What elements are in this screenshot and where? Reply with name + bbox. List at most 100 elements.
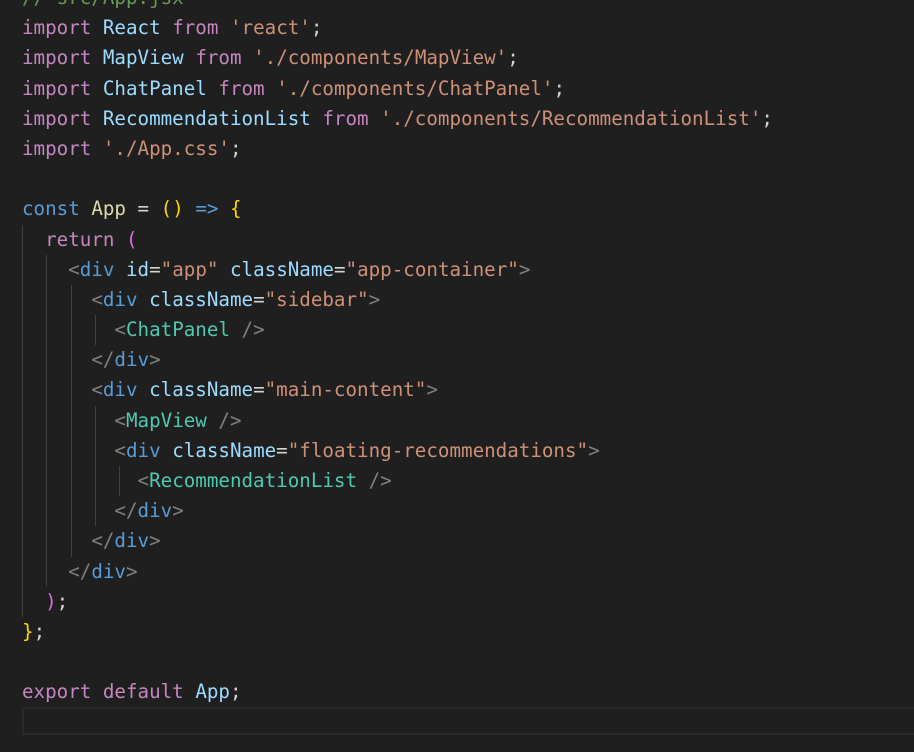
code-line[interactable] (22, 647, 773, 677)
indent-guide (119, 466, 121, 497)
code-token: App (91, 197, 126, 221)
code-line[interactable]: const App = () => { (22, 194, 773, 224)
code-token: './components/ChatPanel' (276, 76, 554, 100)
code-token: from (218, 76, 265, 100)
code-token: ChatPanel (102, 76, 207, 100)
code-token: > (368, 287, 381, 311)
code-line[interactable]: import ChatPanel from './components/Chat… (22, 74, 773, 104)
code-token: "app" (160, 257, 219, 281)
code-token: return (45, 227, 115, 251)
indent-guide (22, 586, 23, 617)
code-line[interactable]: return ( (22, 224, 773, 255)
indent-guide (22, 254, 23, 285)
code-line[interactable]: import RecommendationList from './compon… (22, 104, 773, 134)
code-line[interactable]: import MapView from './components/MapVie… (22, 43, 773, 73)
indent-guide (46, 254, 48, 285)
code-token: ; (507, 46, 519, 70)
code-token: = (149, 257, 161, 281)
code-token: } (22, 619, 34, 643)
indent-guide (94, 405, 96, 436)
code-token: const (22, 197, 80, 221)
indent-guide (94, 435, 96, 466)
code-editor[interactable]: // src/App.jsx import React from 'react';… (0, 0, 914, 752)
indent-guide (94, 466, 96, 497)
code-line[interactable]: </div> (22, 556, 773, 587)
code-token: MapView (102, 46, 184, 70)
indent-guide (22, 315, 23, 346)
code-token: () (160, 197, 184, 221)
code-token: < (114, 318, 126, 342)
code-lines[interactable]: // src/App.jsx import React from 'react';… (22, 0, 773, 738)
code-line[interactable]: import './App.css'; (22, 134, 773, 164)
code-token: /> (368, 469, 392, 492)
code-token: </ (91, 348, 115, 372)
code-line[interactable]: import React from 'react'; (22, 13, 773, 43)
code-token: ; (33, 619, 46, 643)
code-token: > (125, 559, 138, 583)
code-token: ( (125, 227, 138, 251)
code-token: import (22, 16, 92, 40)
code-token: './components/MapView' (253, 46, 508, 70)
code-line[interactable]: <div className="floating-recommendations… (22, 435, 773, 466)
code-line[interactable]: <div className="sidebar"> (22, 284, 773, 316)
indent-guide (94, 315, 96, 346)
code-token: div (102, 378, 138, 402)
indent-guide (70, 405, 72, 436)
code-token: = (253, 378, 265, 402)
indent-guide (70, 345, 72, 376)
code-token: React (102, 16, 161, 40)
code-token: ChatPanel (125, 318, 230, 342)
code-line[interactable]: </div> (22, 345, 773, 376)
code-line[interactable]: </div> (22, 526, 773, 557)
code-token: => (195, 197, 219, 221)
code-line[interactable]: ); (22, 586, 773, 617)
code-token: RecommendationList (102, 106, 311, 130)
indent-guide (22, 405, 23, 436)
code-line[interactable] (22, 164, 773, 194)
code-line[interactable]: export default App; (22, 677, 773, 707)
code-token: > (149, 348, 161, 372)
indent-guide (70, 315, 72, 346)
code-token: from (322, 106, 369, 130)
indent-guide (70, 435, 72, 466)
code-line[interactable]: <RecommendationList /> (22, 466, 773, 497)
code-line[interactable] (22, 708, 773, 738)
indent-guide (22, 284, 23, 316)
code-line[interactable]: }; (22, 617, 773, 647)
code-token: div (79, 257, 115, 281)
code-token: > (426, 378, 438, 402)
indent-guide (70, 496, 72, 527)
code-line[interactable]: </div> (22, 496, 773, 527)
code-line[interactable]: <div className="main-content"> (22, 375, 773, 406)
code-line[interactable]: <ChatPanel /> (22, 315, 773, 346)
code-line[interactable]: // src/App.jsx (22, 0, 773, 13)
code-token: className (149, 378, 254, 402)
code-token: = (276, 438, 288, 462)
code-line[interactable]: <MapView /> (22, 405, 773, 436)
code-token: div (114, 529, 150, 553)
code-token: = (253, 287, 265, 311)
code-token: "main-content" (264, 378, 427, 402)
code-line[interactable]: <div id="app" className="app-container"> (22, 254, 773, 285)
code-token: /> (241, 318, 265, 342)
